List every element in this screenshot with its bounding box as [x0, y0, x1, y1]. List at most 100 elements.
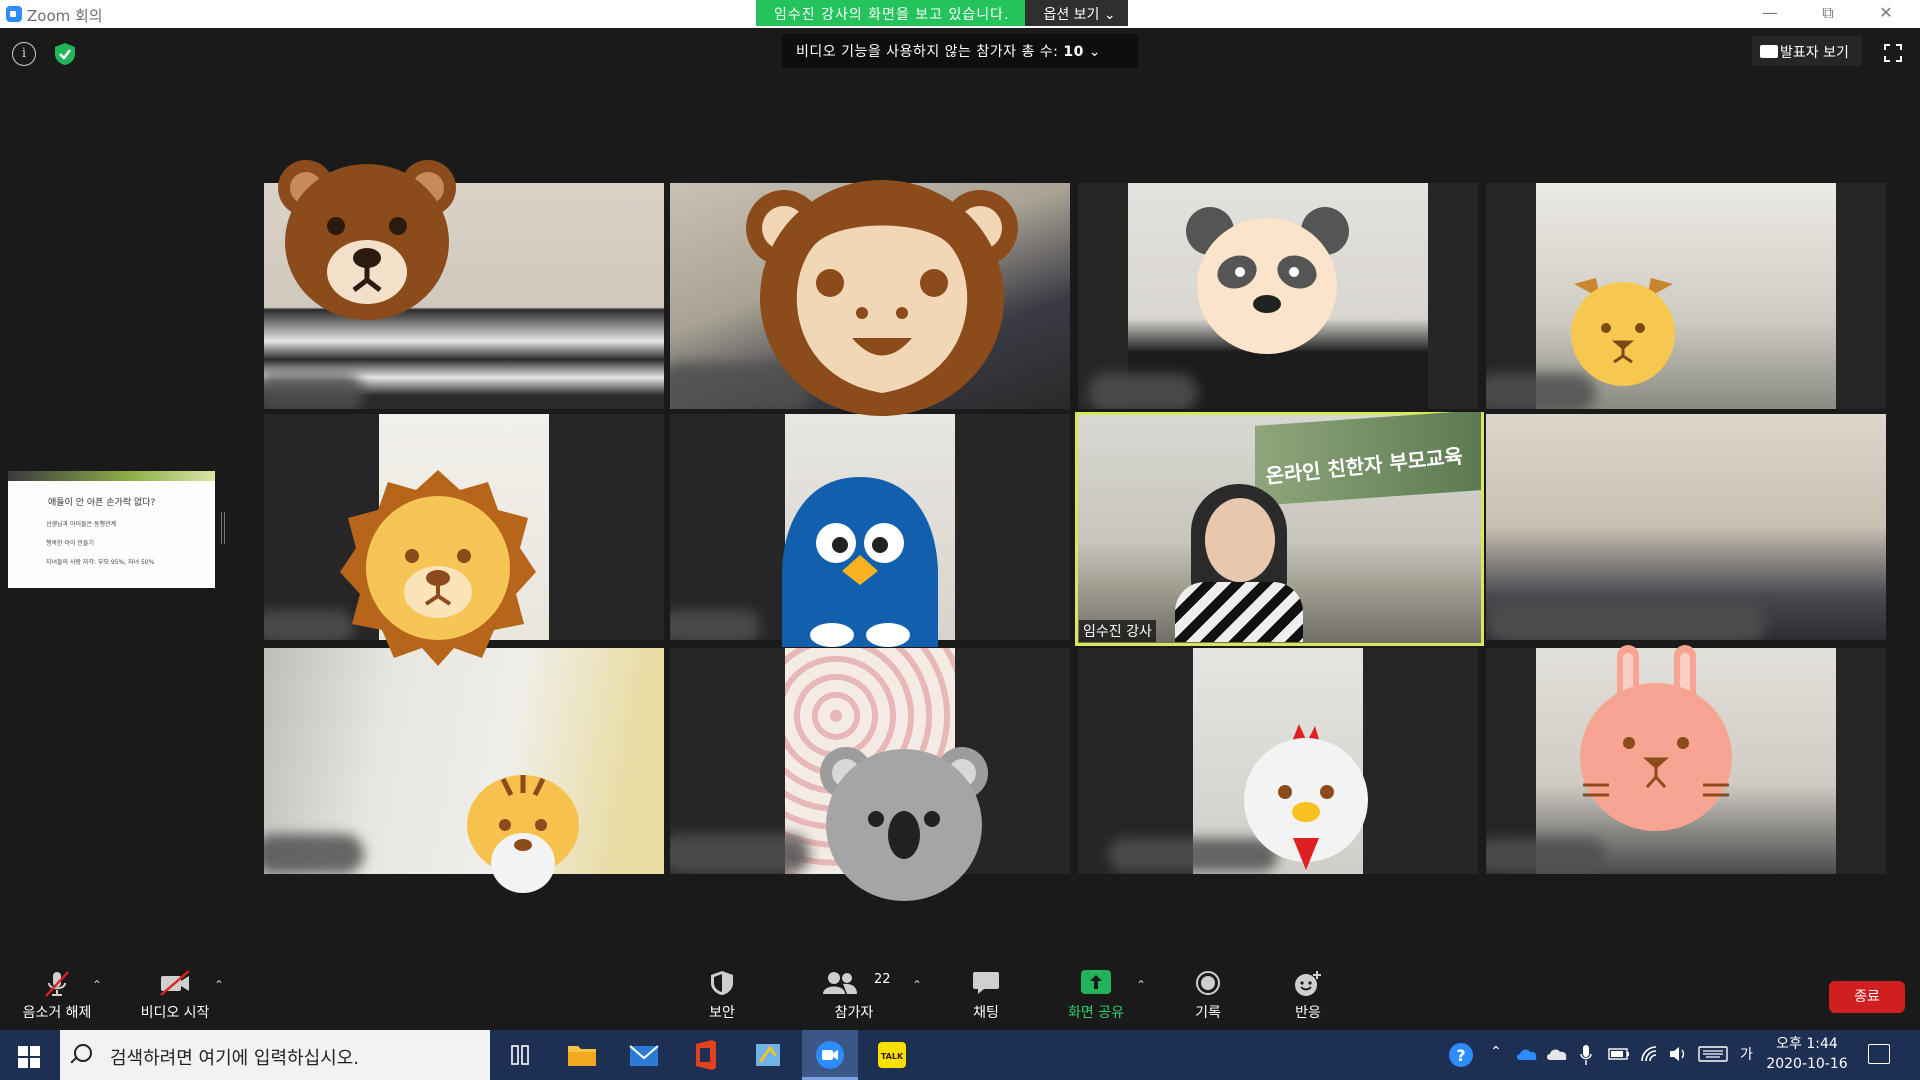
- chat-bubble-icon: [973, 972, 999, 994]
- fullscreen-icon[interactable]: [1884, 44, 1902, 62]
- zoom-meeting-window: Zoom 회의 임수진 강사의 화면을 보고 있습니다. 옵션 보기 ⌄ — ⧉…: [0, 0, 1920, 1080]
- share-screen-icon: [1081, 970, 1111, 994]
- participants-options-caret[interactable]: ⌃: [912, 978, 922, 992]
- screen-share-banner: 임수진 강사의 화면을 보고 있습니다. 옵션 보기 ⌄: [756, 0, 1128, 26]
- onedrive-icon[interactable]: [1516, 1047, 1538, 1061]
- nonvideo-participants-dropdown[interactable]: 비디오 기능을 사용하지 않는 참가자 총 수: 10 ⌄: [782, 34, 1138, 68]
- speaker-view-label: 발표자 보기: [1780, 45, 1849, 61]
- unmute-label: 음소거 해제: [22, 1005, 92, 1021]
- splitter-handle[interactable]: [221, 512, 225, 544]
- title-bar: Zoom 회의 임수진 강사의 화면을 보고 있습니다. 옵션 보기 ⌄ — ⧉…: [0, 0, 1920, 28]
- restore-button[interactable]: ⧉: [1800, 0, 1856, 28]
- help-icon[interactable]: ?: [1448, 1042, 1474, 1068]
- windows-start-icon[interactable]: [18, 1046, 40, 1068]
- security-button[interactable]: 보안: [690, 966, 754, 1026]
- blurred-name: [670, 610, 760, 640]
- active-speaker-tile[interactable]: 온라인 친한자 부모교육 임수진 강사: [1075, 412, 1484, 646]
- participants-button[interactable]: 22 참가자: [822, 966, 891, 1026]
- blurred-name: [1486, 604, 1766, 640]
- window-title: Zoom 회의: [27, 7, 103, 25]
- reactions-smiley-icon: [1295, 971, 1321, 996]
- reactions-label: 반응: [1295, 1005, 1321, 1021]
- chat-label: 채팅: [973, 1005, 999, 1021]
- slide-line: 행복한 아이 만들기: [46, 540, 94, 547]
- slide-heading: 애들이 안 아픈 손가락 없다?: [48, 498, 156, 508]
- windows-taskbar: 검색하려면 여기에 입력하십시오. TALK ? ⌃ 가 오후 1:44 202…: [0, 1030, 1920, 1080]
- clock-time: 오후 1:44: [1776, 1036, 1838, 1052]
- video-tile[interactable]: [1486, 183, 1886, 409]
- blurred-name: [1088, 373, 1198, 409]
- svg-text:?: ?: [1456, 1046, 1465, 1065]
- participants-icon: [823, 972, 857, 994]
- start-video-button[interactable]: 비디오 시작: [132, 966, 218, 1026]
- speaker-view-icon: [1760, 45, 1778, 58]
- ime-indicator[interactable]: 가: [1740, 1044, 1753, 1064]
- penguin-avatar-icon: [782, 477, 938, 647]
- koala-avatar-icon: [820, 747, 988, 901]
- paint-app-icon[interactable]: [740, 1030, 796, 1080]
- nonvideo-label: 비디오 기능을 사용하지 않는 참가자 총 수:: [796, 44, 1064, 60]
- blurred-name: [264, 373, 364, 409]
- view-options-button[interactable]: 옵션 보기 ⌄: [1025, 0, 1128, 26]
- share-screen-button[interactable]: 화면 공유: [1058, 966, 1134, 1026]
- start-video-label: 비디오 시작: [140, 1005, 210, 1021]
- reactions-button[interactable]: 반응: [1276, 966, 1340, 1026]
- blurred-name: [264, 834, 364, 874]
- slide-header-bar: [8, 471, 215, 481]
- slide-line: 선생님과 아이들은 동행관계: [46, 521, 117, 528]
- record-label: 기록: [1195, 1005, 1221, 1021]
- share-options-caret[interactable]: ⌃: [1136, 978, 1146, 992]
- monkey-avatar-icon: [746, 180, 1018, 416]
- mail-icon[interactable]: [616, 1030, 672, 1080]
- speaker-name-tag: 임수진 강사: [1079, 620, 1156, 642]
- speaker-view-button[interactable]: 발표자 보기: [1752, 36, 1862, 66]
- search-icon: [74, 1044, 92, 1062]
- muted-mic-icon: [45, 971, 69, 997]
- record-button[interactable]: 기록: [1176, 966, 1240, 1026]
- participants-count: 22: [874, 972, 891, 987]
- dog-avatar-icon: [1571, 278, 1675, 386]
- nonvideo-count: 10: [1063, 44, 1084, 60]
- encryption-shield-icon[interactable]: [54, 42, 76, 66]
- end-meeting-button[interactable]: 종료: [1829, 981, 1905, 1013]
- chicken-avatar-icon: [1244, 724, 1368, 870]
- lion-avatar-icon: [340, 470, 536, 666]
- office-icon[interactable]: [678, 1030, 734, 1080]
- search-placeholder: 검색하려면 여기에 입력하십시오.: [110, 1048, 360, 1069]
- cloud-icon[interactable]: [1546, 1047, 1568, 1061]
- unmute-button[interactable]: 음소거 해제: [14, 966, 100, 1026]
- video-tile[interactable]: [1486, 414, 1886, 640]
- battery-icon[interactable]: [1608, 1047, 1630, 1061]
- keyboard-icon[interactable]: [1698, 1046, 1728, 1062]
- minimize-button[interactable]: —: [1742, 0, 1798, 28]
- video-off-icon: [160, 970, 190, 996]
- volume-icon[interactable]: [1668, 1045, 1688, 1063]
- panda-avatar-icon: [1186, 207, 1349, 354]
- notification-center-icon[interactable]: [1868, 1044, 1890, 1064]
- file-explorer-icon[interactable]: [554, 1030, 610, 1080]
- zoom-taskbar-icon[interactable]: [802, 1030, 858, 1080]
- microphone-icon[interactable]: [1580, 1044, 1592, 1066]
- rabbit-avatar-icon: [1580, 645, 1732, 831]
- bear-avatar-icon: [278, 160, 456, 320]
- taskbar-search-box[interactable]: 검색하려면 여기에 입력하십시오.: [60, 1030, 490, 1080]
- security-label: 보안: [709, 1005, 735, 1021]
- share-screen-label: 화면 공유: [1068, 1005, 1124, 1021]
- tray-chevron-icon[interactable]: ⌃: [1490, 1044, 1502, 1060]
- share-banner-message: 임수진 강사의 화면을 보고 있습니다.: [756, 0, 1026, 26]
- meeting-info-icon[interactable]: i: [12, 42, 36, 66]
- taskbar-clock[interactable]: 오후 1:44 2020-10-16: [1762, 1034, 1852, 1074]
- blurred-name: [1486, 838, 1606, 874]
- zoom-app-icon: [6, 6, 22, 22]
- speaker-face: [1205, 498, 1275, 582]
- chat-button[interactable]: 채팅: [954, 966, 1018, 1026]
- task-view-icon[interactable]: [492, 1030, 548, 1080]
- video-options-caret[interactable]: ⌃: [214, 978, 224, 992]
- slide-line: 자녀들의 사랑 자각: 부모 95%, 자녀 50%: [46, 559, 155, 566]
- shared-screen-thumbnail[interactable]: 애들이 안 아픈 손가락 없다? 선생님과 아이들은 동행관계 행복한 아이 만…: [8, 471, 215, 588]
- blurred-name: [670, 834, 810, 874]
- close-button[interactable]: ✕: [1858, 0, 1914, 28]
- kakaotalk-icon[interactable]: TALK: [864, 1030, 920, 1080]
- wifi-icon[interactable]: [1640, 1045, 1660, 1063]
- audio-options-caret[interactable]: ⌃: [92, 978, 102, 992]
